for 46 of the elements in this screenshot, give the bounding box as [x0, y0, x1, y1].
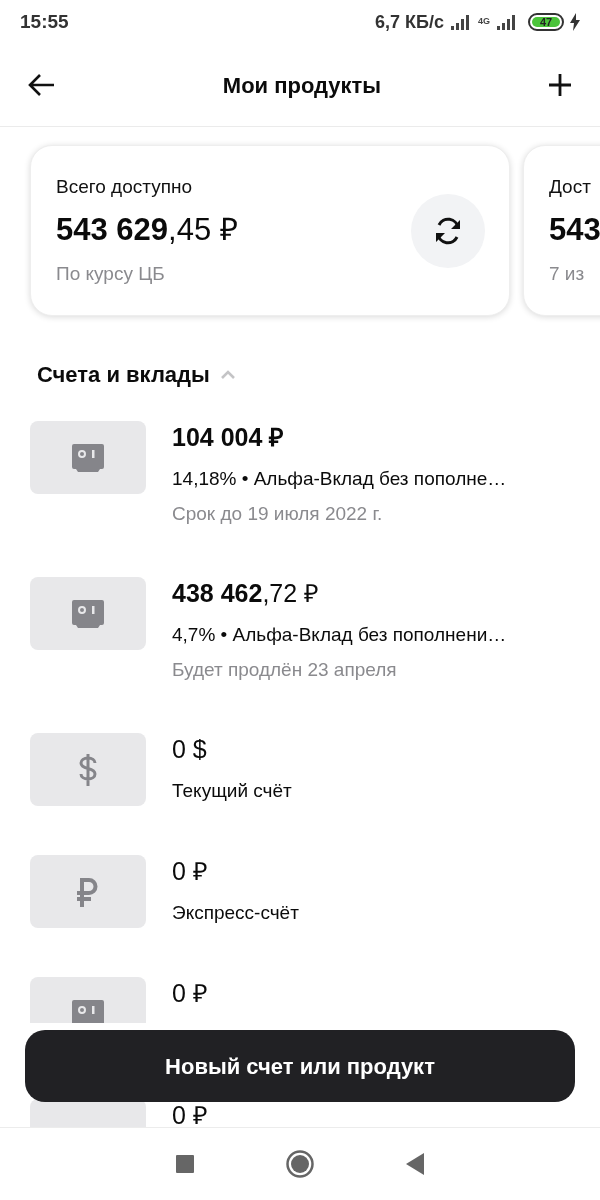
- product-tile[interactable]: [30, 577, 146, 650]
- safe-icon: [72, 443, 104, 472]
- product-tile[interactable]: [30, 855, 146, 928]
- signal-icon: [496, 14, 516, 30]
- network-type: 4G: [478, 14, 490, 28]
- card-label: Всего доступно: [56, 174, 193, 199]
- signal-icon: [450, 14, 472, 30]
- product-tile[interactable]: [30, 733, 146, 806]
- safe-icon: [72, 599, 104, 628]
- product-name: 14,18% • Альфа-Вклад без пополне…: [172, 467, 507, 491]
- safe-icon: [72, 1000, 104, 1023]
- charging-icon: [570, 13, 580, 31]
- product-name: Экспресс-счёт: [172, 901, 299, 925]
- battery-level: 47: [539, 16, 553, 28]
- product-note: Срок до 19 июля 2022 г.: [172, 501, 384, 526]
- back-icon[interactable]: [406, 1153, 424, 1175]
- section-title[interactable]: Счета и вклады: [37, 358, 210, 391]
- balance-card[interactable]: Всего доступно 543 629,45 ₽ По курсу ЦБ: [30, 145, 510, 316]
- product-tile[interactable]: [30, 977, 146, 1023]
- product-note: Будет продлён 23 апреля: [172, 657, 398, 682]
- card-label: Дост: [549, 174, 592, 199]
- plus-icon[interactable]: [548, 73, 572, 97]
- product-name: 4,7% • Альфа-Вклад без пополнени…: [172, 623, 507, 647]
- product-amount: 438 462,72 ₽: [172, 578, 321, 609]
- refresh-icon: [433, 216, 463, 245]
- ruble-icon: [77, 876, 99, 907]
- chevron-up-icon[interactable]: [219, 369, 236, 380]
- balance-amount: 543: [549, 211, 600, 250]
- product-amount: 0 $: [172, 734, 208, 765]
- screen-title: Мои продукты: [222, 71, 382, 100]
- new-product-button[interactable]: Новый счет или продукт: [25, 1030, 575, 1102]
- network-speed: 6,7 КБ/с: [375, 10, 444, 34]
- product-amount: 0 ₽: [172, 1100, 208, 1127]
- product-amount: 104 004 ₽: [172, 422, 286, 453]
- product-tile[interactable]: [30, 421, 146, 494]
- balance-amount: 543 629,45 ₽: [56, 211, 238, 250]
- home-icon[interactable]: [286, 1150, 314, 1178]
- product-name: Текущий счёт: [172, 779, 292, 803]
- dollar-icon: [77, 752, 99, 787]
- card-note: 7 из: [549, 261, 586, 286]
- status-time: 15:55: [20, 9, 69, 34]
- card-note: По курсу ЦБ: [56, 261, 166, 286]
- back-arrow-icon[interactable]: [28, 73, 56, 97]
- balance-card[interactable]: Дост 543 7 из: [523, 145, 600, 316]
- product-amount: 0 ₽: [172, 856, 209, 887]
- product-amount: 0 ₽: [172, 978, 208, 1009]
